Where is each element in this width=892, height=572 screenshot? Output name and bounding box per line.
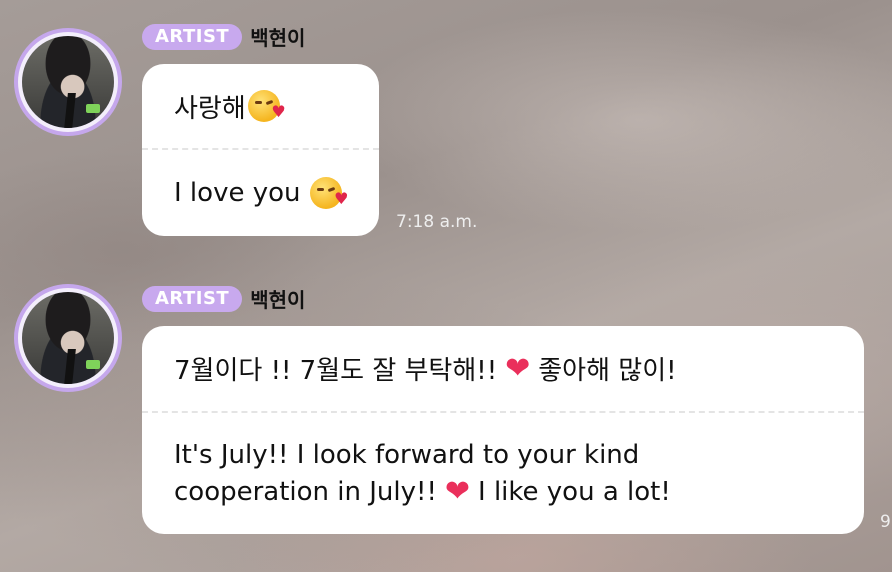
face-blowing-kiss-icon: ♥: [247, 90, 286, 122]
message-timestamp: 9: [880, 512, 891, 532]
english-line-2: cooperation in July!! ❤ I like you a lot!: [174, 474, 671, 511]
artist-badge: ARTIST: [142, 23, 243, 50]
avatar-photo: [22, 292, 114, 384]
english-message: I love you: [174, 177, 301, 208]
korean-text: 사랑해 ♥: [142, 64, 379, 148]
message-bubble[interactable]: 사랑해 ♥ I love you ♥: [142, 64, 379, 236]
red-heart-icon: ❤: [505, 350, 531, 386]
korean-message-part1: 7월이다 !! 7월도 잘 부탁해!!: [174, 356, 498, 386]
avatar-badge: [86, 360, 101, 370]
korean-text: 7월이다 !! 7월도 잘 부탁해!! ❤ 좋아해 많이!: [142, 326, 864, 411]
korean-message-part2: 좋아해 많이!: [538, 356, 677, 386]
sender-row: ARTIST 백현이: [142, 22, 305, 51]
english-line-1: It's July!! I look forward to your kind: [174, 439, 640, 470]
sender-name[interactable]: 백현이: [250, 284, 305, 313]
english-text: It's July!! I look forward to your kind …: [142, 413, 864, 534]
artist-badge: ARTIST: [142, 285, 243, 312]
english-text: I love you ♥: [142, 150, 379, 236]
face-blowing-kiss-icon: ♥: [310, 177, 348, 209]
english-message-part2: cooperation in July!!: [174, 476, 437, 507]
message-timestamp: 7:18 a.m.: [396, 212, 478, 232]
avatar-badge: [86, 104, 101, 114]
sender-row: ARTIST 백현이: [142, 284, 305, 313]
artist-avatar[interactable]: [14, 284, 122, 392]
message-bubble[interactable]: 7월이다 !! 7월도 잘 부탁해!! ❤ 좋아해 많이! It's July!…: [142, 326, 864, 534]
avatar-tie: [64, 349, 77, 384]
korean-message: 사랑해: [174, 93, 246, 124]
sender-name[interactable]: 백현이: [250, 22, 305, 51]
red-heart-icon: ❤: [444, 474, 471, 509]
english-message-part3: I like you a lot!: [478, 476, 671, 507]
artist-avatar[interactable]: [14, 28, 122, 136]
avatar-photo: [22, 36, 114, 128]
avatar-tie: [64, 93, 77, 128]
